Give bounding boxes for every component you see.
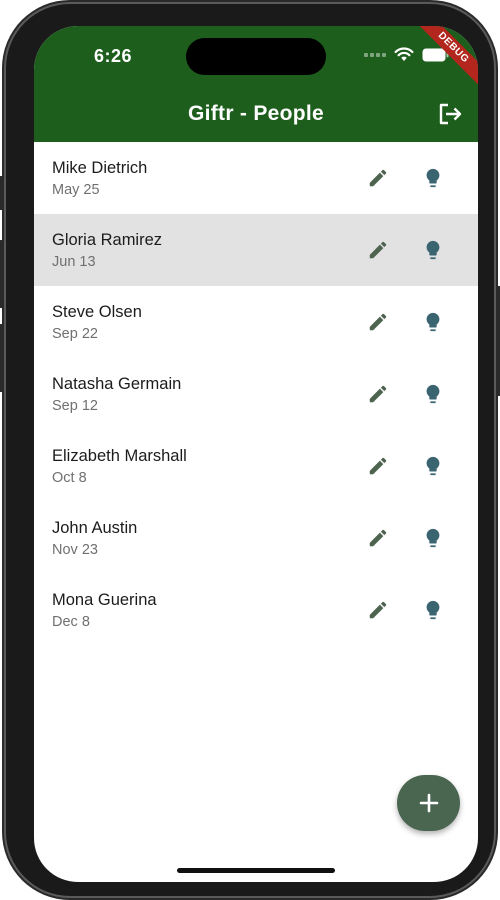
edit-person-button[interactable] (364, 166, 392, 194)
pencil-icon (367, 527, 389, 554)
gift-ideas-button[interactable] (419, 166, 447, 194)
logout-icon (439, 103, 462, 125)
lightbulb-icon (422, 598, 444, 627)
phone-volume-down-button (0, 324, 4, 392)
status-time: 6:26 (94, 46, 133, 66)
edit-person-button[interactable] (364, 526, 392, 554)
cellular-signal-icon (364, 52, 386, 57)
person-birthday: Sep 12 (52, 398, 98, 414)
gift-ideas-button[interactable] (419, 238, 447, 266)
phone-frame: 6:26 DEBUG Giftr - People Mike Dietrich … (0, 4, 500, 896)
pencil-icon (367, 311, 389, 338)
app-bar: 6:26 DEBUG Giftr - People (34, 26, 478, 142)
gift-ideas-button[interactable] (419, 382, 447, 410)
person-birthday: May 25 (52, 182, 100, 198)
pencil-icon (367, 167, 389, 194)
pencil-icon (367, 455, 389, 482)
plus-icon (419, 793, 438, 813)
page-title: Giftr - People (187, 102, 325, 125)
phone-volume-up-button (0, 240, 4, 308)
person-birthday: Jun 13 (52, 254, 96, 270)
gift-ideas-button[interactable] (419, 310, 447, 338)
status-icons (364, 47, 450, 62)
person-row[interactable]: John Austin Nov 23 (34, 502, 478, 574)
person-row[interactable]: Mike Dietrich May 25 (34, 142, 478, 214)
lightbulb-icon (422, 166, 444, 195)
phone-power-button (496, 286, 500, 396)
phone-side-button (0, 176, 4, 210)
people-list: Mike Dietrich May 25 Gloria Ramirez Jun … (34, 142, 478, 646)
edit-person-button[interactable] (364, 454, 392, 482)
edit-person-button[interactable] (364, 310, 392, 338)
person-row[interactable]: Mona Guerina Dec 8 (34, 574, 478, 646)
gift-ideas-button[interactable] (419, 454, 447, 482)
gift-ideas-button[interactable] (419, 598, 447, 626)
person-birthday: Nov 23 (52, 542, 98, 558)
person-row[interactable]: Elizabeth Marshall Oct 8 (34, 430, 478, 502)
add-person-button[interactable] (397, 775, 460, 831)
wifi-icon (394, 47, 414, 61)
person-name: Natasha Germain (52, 375, 182, 393)
home-indicator (177, 868, 335, 873)
edit-person-button[interactable] (364, 238, 392, 266)
person-name: Steve Olsen (52, 303, 142, 321)
lightbulb-icon (422, 454, 444, 483)
pencil-icon (367, 383, 389, 410)
person-row[interactable]: Steve Olsen Sep 22 (34, 286, 478, 358)
lightbulb-icon (422, 310, 444, 339)
person-name: Mike Dietrich (52, 159, 148, 177)
app-screen: 6:26 DEBUG Giftr - People Mike Dietrich … (34, 26, 478, 882)
person-row[interactable]: Gloria Ramirez Jun 13 (34, 214, 478, 286)
person-name: Mona Guerina (52, 591, 157, 609)
pencil-icon (367, 599, 389, 626)
edit-person-button[interactable] (364, 382, 392, 410)
person-birthday: Dec 8 (52, 614, 90, 630)
person-birthday: Sep 22 (52, 326, 98, 342)
person-row[interactable]: Natasha Germain Sep 12 (34, 358, 478, 430)
lightbulb-icon (422, 238, 444, 267)
gift-ideas-button[interactable] (419, 526, 447, 554)
person-name: Elizabeth Marshall (52, 447, 187, 465)
lightbulb-icon (422, 382, 444, 411)
logout-button[interactable] (434, 100, 466, 128)
pencil-icon (367, 239, 389, 266)
edit-person-button[interactable] (364, 598, 392, 626)
person-birthday: Oct 8 (52, 470, 87, 486)
person-name: John Austin (52, 519, 138, 537)
person-name: Gloria Ramirez (52, 231, 163, 249)
lightbulb-icon (422, 526, 444, 555)
dynamic-island (186, 38, 326, 75)
